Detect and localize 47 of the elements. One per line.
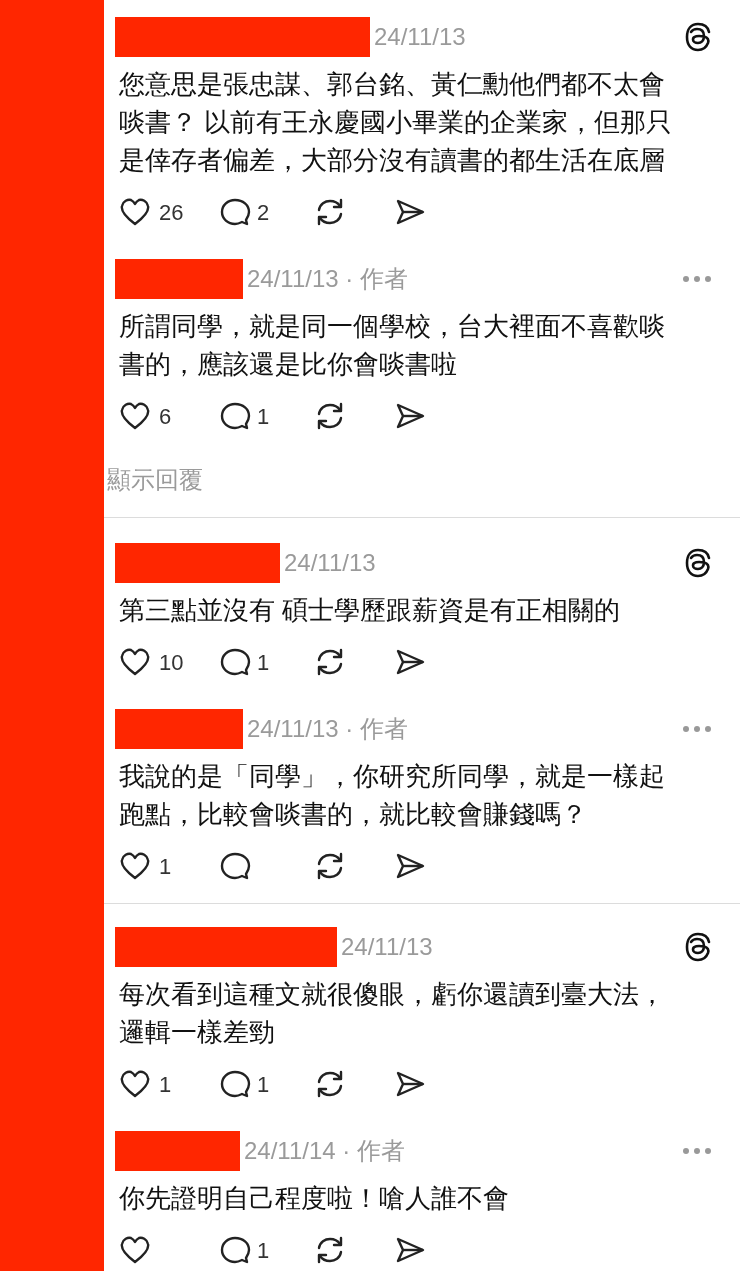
post-date: 24/11/13: [284, 548, 376, 578]
like-count: 1: [159, 1070, 172, 1099]
post-date: 24/11/13 · 作者: [247, 264, 408, 294]
like-count: 6: [159, 402, 172, 431]
like-count: 26: [159, 198, 184, 227]
post-text: 我說的是「同學」，你研究所同學，就是一樣起跑點，比較會啖書的，就比較會賺錢嗎？: [118, 760, 666, 831]
post-text: 你先證明自己程度啦！嗆人誰不會: [118, 1182, 510, 1215]
comment-icon[interactable]: [219, 647, 251, 677]
comment-icon[interactable]: [219, 1069, 251, 1099]
comment-icon[interactable]: [219, 401, 251, 431]
show-replies-link[interactable]: 顯示回覆: [107, 465, 203, 495]
heart-icon[interactable]: [119, 1235, 151, 1265]
comment-icon[interactable]: [219, 197, 251, 227]
reply-count: 1: [257, 1236, 270, 1265]
post-date: 24/11/14 · 作者: [244, 1136, 405, 1166]
post-text: 第三點並沒有 碩士學歷跟薪資是有正相關的: [118, 594, 622, 627]
reply-count: 1: [257, 1070, 270, 1099]
like-count: 1: [159, 852, 172, 881]
send-icon[interactable]: [394, 851, 426, 881]
more-icon[interactable]: [682, 725, 712, 733]
comment-icon[interactable]: [219, 1235, 251, 1265]
heart-icon[interactable]: [119, 197, 151, 227]
reply-count: 1: [257, 402, 270, 431]
more-icon[interactable]: [682, 275, 712, 283]
send-icon[interactable]: [394, 647, 426, 677]
post-text: 您意思是張忠謀、郭台銘、黃仁勳他們都不太會啖書？ 以前有王永慶國小畢業的企業家，但那只是倖存者偏差，大部分沒有讀書的都生活在底層: [118, 68, 674, 177]
more-icon[interactable]: [682, 1147, 712, 1155]
comment-icon[interactable]: [219, 851, 251, 881]
post-date: 24/11/13: [341, 932, 433, 962]
post-date: 24/11/13 · 作者: [247, 714, 408, 744]
reply-count: 2: [257, 198, 270, 227]
send-icon[interactable]: [394, 401, 426, 431]
threads-logo-icon[interactable]: [684, 548, 712, 578]
post-date: 24/11/13: [374, 22, 466, 52]
heart-icon[interactable]: [119, 851, 151, 881]
send-icon[interactable]: [394, 1235, 426, 1265]
heart-icon[interactable]: [119, 401, 151, 431]
send-icon[interactable]: [394, 197, 426, 227]
heart-icon[interactable]: [119, 1069, 151, 1099]
reply-count: 1: [257, 648, 270, 677]
threads-logo-icon[interactable]: [684, 932, 712, 962]
post-text: 所謂同學，就是同一個學校，台大裡面不喜歡啖書的，應該還是比你會啖書啦: [118, 310, 666, 381]
send-icon[interactable]: [394, 1069, 426, 1099]
post-text: 每次看到這種文就很傻眼，虧你還讀到臺大法，邏輯一樣差勁: [118, 978, 666, 1049]
heart-icon[interactable]: [119, 647, 151, 677]
like-count: 10: [159, 648, 184, 677]
threads-logo-icon[interactable]: [684, 22, 712, 52]
